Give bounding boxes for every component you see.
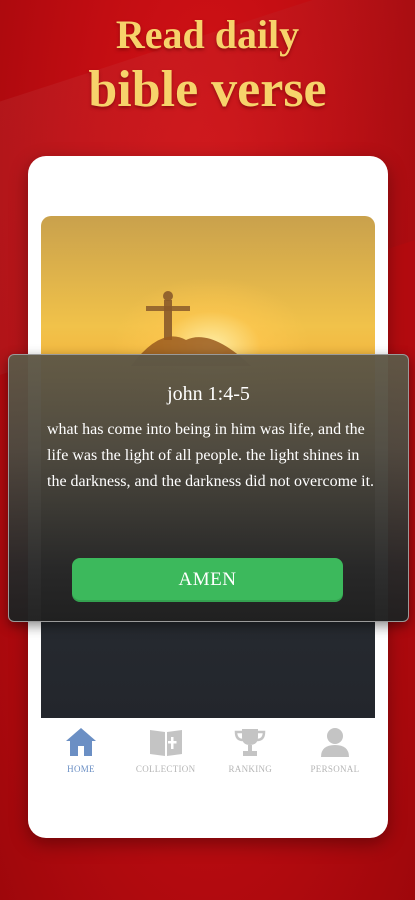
tab-ranking[interactable]: RANKING	[210, 726, 290, 786]
verse-text: what has come into being in him was life…	[47, 421, 375, 490]
headline-line-2: bible verse	[88, 61, 327, 118]
tab-personal[interactable]: PERSONAL	[295, 726, 375, 786]
headline-line-1: Read daily	[115, 12, 300, 57]
tab-personal-label: PERSONAL	[310, 764, 360, 774]
bottom-tab-bar: HOME COLLECTION RANKING PERSONAL	[41, 726, 375, 786]
tab-ranking-label: RANKING	[228, 764, 273, 774]
trophy-icon	[235, 729, 266, 756]
book-icon	[149, 730, 182, 756]
tab-collection[interactable]: COLLECTION	[126, 726, 206, 786]
christ-statue-silhouette	[131, 291, 251, 366]
promo-headline: Read daily bible verse	[0, 10, 415, 120]
tab-home-label: HOME	[67, 764, 95, 774]
tab-collection-label: COLLECTION	[135, 764, 196, 774]
verse-reference: john 1:4-5	[167, 383, 250, 405]
person-icon	[320, 728, 349, 757]
verse-dialog: john 1:4-5 what has come into being in h…	[8, 354, 409, 622]
tab-home[interactable]: HOME	[41, 726, 121, 786]
home-icon	[66, 728, 96, 756]
amen-button[interactable]: AMEN	[72, 558, 343, 602]
